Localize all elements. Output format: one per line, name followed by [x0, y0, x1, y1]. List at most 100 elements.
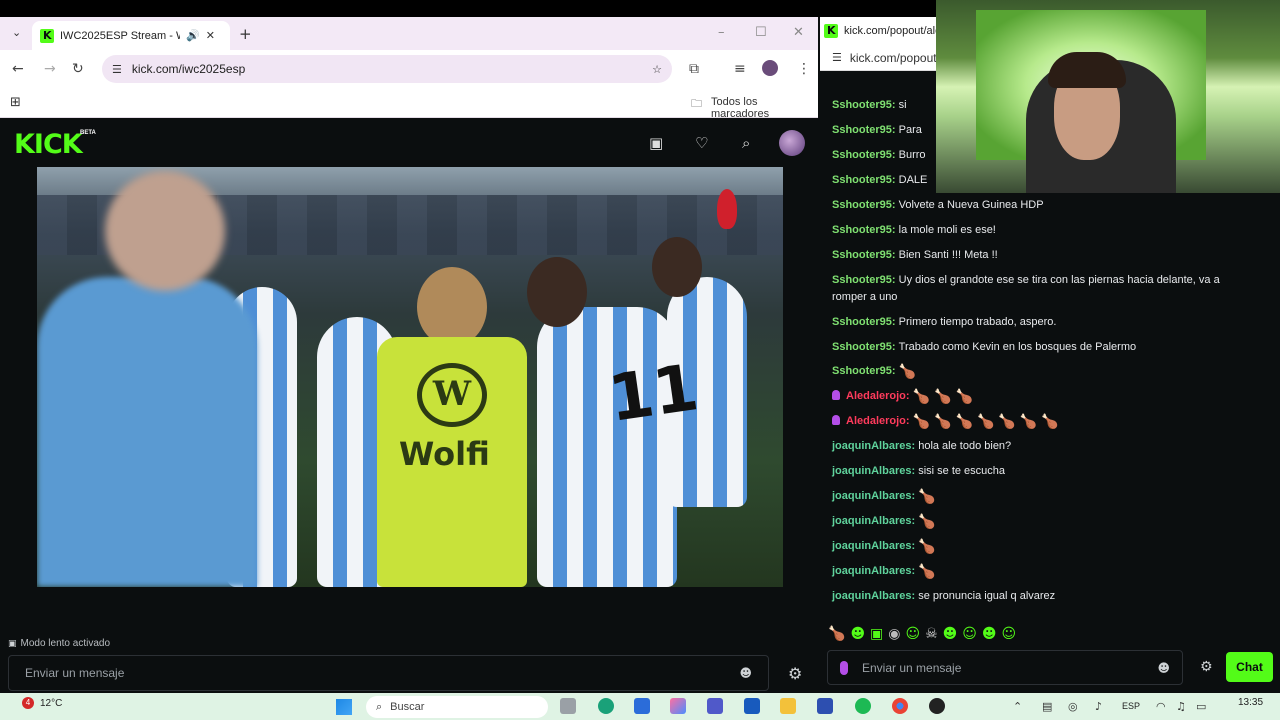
close-window-icon[interactable]: ✕ — [793, 25, 804, 40]
chat-username[interactable]: Aledalerojo — [846, 390, 906, 402]
chat-text: Trabado como Kevin en los bosques de Pal… — [898, 341, 1137, 353]
all-bookmarks-link[interactable]: Todos los marcadores — [711, 96, 818, 120]
tab-list-icon[interactable]: ⌄ — [12, 26, 21, 39]
mic-icon[interactable] — [840, 660, 848, 675]
forward-icon[interactable]: → — [44, 61, 56, 77]
apps-grid-icon[interactable]: ⊞ — [10, 95, 21, 110]
chat-username[interactable]: joaquinAlbares — [832, 565, 911, 577]
language-indicator[interactable]: ESP — [1122, 701, 1140, 711]
chat-username[interactable]: Sshooter95 — [832, 149, 892, 161]
emote-ghost-icon[interactable]: ☻ — [850, 626, 865, 642]
tray-chrome-icon[interactable]: ◎ — [1068, 700, 1078, 713]
mail-icon[interactable] — [634, 698, 650, 714]
emote-skull-icon[interactable]: ☠ — [925, 626, 938, 642]
chat-settings-gear-icon[interactable]: ⚙ — [1200, 659, 1213, 675]
chat-colon: : — [891, 249, 899, 261]
emote-blob-icon[interactable]: ☻ — [943, 626, 958, 642]
chat-input-placeholder: Enviar un mensaje — [862, 660, 962, 675]
maximize-icon[interactable]: ☐ — [755, 25, 767, 40]
user-avatar[interactable] — [779, 130, 805, 156]
chat-username[interactable]: Sshooter95 — [832, 341, 892, 353]
emote-frog-icon[interactable]: ☺ — [1002, 626, 1017, 642]
site-info-icon[interactable]: ☰ — [112, 63, 122, 76]
chat-message: joaquinAlbares: se pronuncia igual q alv… — [832, 588, 1252, 605]
clock-time[interactable]: 13:35 — [1238, 697, 1263, 708]
battery-icon[interactable]: ▭ — [1196, 700, 1206, 713]
reload-icon[interactable]: ↻ — [72, 61, 84, 77]
kick-logo[interactable]: KICK — [14, 129, 83, 160]
chat-username[interactable]: joaquinAlbares — [832, 440, 911, 452]
edge-icon[interactable] — [598, 698, 614, 714]
mic-badge-icon — [832, 390, 840, 400]
menu-kebab-icon[interactable]: ⋮ — [797, 61, 811, 77]
chat-send-button[interactable]: Chat — [1226, 652, 1273, 682]
chat-username[interactable]: joaquinAlbares — [832, 590, 911, 602]
chat-username[interactable]: Sshooter95 — [832, 316, 892, 328]
chat-settings-gear-icon[interactable]: ⚙ — [788, 664, 802, 683]
new-tab-icon[interactable]: + — [239, 25, 252, 43]
chat-username[interactable]: joaquinAlbares — [832, 540, 911, 552]
chat-username[interactable]: Sshooter95 — [832, 99, 892, 111]
obs-icon[interactable] — [929, 698, 945, 714]
emote-tv-icon[interactable]: ▣ — [870, 626, 883, 642]
emote-panda-icon[interactable]: ◉ — [888, 626, 900, 642]
weather-widget[interactable]: 4 12°C — [22, 697, 62, 709]
chat-username[interactable]: Sshooter95 — [832, 199, 892, 211]
emoji-picker-icon[interactable]: ☻ — [1157, 661, 1170, 675]
emoji-picker-icon[interactable]: ☻ — [739, 666, 752, 680]
tray-chevron-icon[interactable]: ⌃ — [1013, 700, 1022, 713]
media-control-icon[interactable]: ≡ — [734, 61, 746, 77]
chat-username[interactable]: joaquinAlbares — [832, 515, 911, 527]
chat-username[interactable]: Sshooter95 — [832, 174, 892, 186]
address-bar[interactable]: ☰ kick.com/iwc2025esp ☆ — [102, 55, 672, 83]
profile-avatar[interactable] — [762, 60, 778, 76]
chat-colon: : — [891, 174, 899, 186]
spotify-icon[interactable] — [855, 698, 871, 714]
teams-icon[interactable] — [707, 698, 723, 714]
start-button-icon[interactable] — [336, 699, 352, 715]
volume-icon[interactable]: ♫ — [1176, 700, 1186, 713]
tray-mic-icon[interactable]: ♪ — [1095, 700, 1102, 713]
extensions-icon[interactable]: ⧉ — [689, 61, 699, 77]
back-icon[interactable]: ← — [12, 61, 24, 77]
emote-wink-icon[interactable]: ☻ — [982, 626, 997, 642]
clip-icon[interactable]: ▣ — [649, 134, 663, 152]
chat-username[interactable]: joaquinAlbares — [832, 490, 911, 502]
chat-input-left[interactable]: Enviar un mensaje ☻ — [8, 655, 769, 691]
video-player[interactable]: W Wolfi 11 — [37, 167, 783, 587]
chat-username[interactable]: Sshooter95 — [832, 124, 892, 136]
chat-input-placeholder: Enviar un mensaje — [25, 666, 125, 680]
emote-chicken-icon[interactable]: 🍗 — [828, 626, 845, 642]
site-info-icon[interactable]: ☰ — [832, 51, 842, 64]
chat-input-right[interactable]: Enviar un mensaje ☻ — [827, 650, 1183, 685]
chat-username[interactable]: Sshooter95 — [832, 224, 892, 236]
store-icon[interactable] — [817, 698, 833, 714]
chat-username[interactable]: Sshooter95 — [832, 274, 892, 286]
chat-username[interactable]: Aledalerojo — [846, 415, 906, 427]
chat-username[interactable]: Sshooter95 — [832, 365, 892, 377]
speaker-icon[interactable]: 🔊 — [186, 29, 200, 42]
chat-message: Aledalerojo: 🍗 🍗 🍗 — [832, 388, 1252, 406]
follow-heart-icon[interactable]: ♡ — [695, 134, 708, 152]
tab-iwc2025esp[interactable]: IWC2025ESP Stream - Watc 🔊 ✕ — [32, 21, 230, 50]
close-tab-icon[interactable]: ✕ — [206, 29, 215, 42]
tray-app-icon[interactable]: ▤ — [1042, 700, 1052, 713]
file-explorer-icon[interactable] — [780, 698, 796, 714]
chat-text: hola ale todo bien? — [918, 440, 1012, 452]
wifi-icon[interactable]: ◠ — [1156, 700, 1166, 713]
windows-taskbar: 4 12°C ⌕ Buscar ⌃ ▤ ◎ ♪ ESP ◠ ♫ ▭ 13:35 — [0, 693, 1280, 720]
taskbar-search[interactable]: ⌕ Buscar — [366, 696, 548, 718]
bookmark-star-icon[interactable]: ☆ — [652, 63, 662, 76]
word-icon[interactable] — [744, 698, 760, 714]
chrome-icon[interactable] — [892, 698, 908, 714]
copilot-icon[interactable] — [670, 698, 686, 714]
emote-grin-icon[interactable]: ☺ — [962, 626, 977, 642]
task-view-icon[interactable] — [560, 698, 576, 714]
search-icon[interactable]: ⌕ — [742, 134, 750, 152]
chat-username[interactable]: Sshooter95 — [832, 249, 892, 261]
chat-colon: : — [891, 224, 899, 236]
minimize-icon[interactable]: – — [718, 25, 725, 40]
bib-logo: W — [417, 363, 487, 427]
chat-username[interactable]: joaquinAlbares — [832, 465, 911, 477]
emote-smile-icon[interactable]: ☺ — [906, 626, 921, 642]
